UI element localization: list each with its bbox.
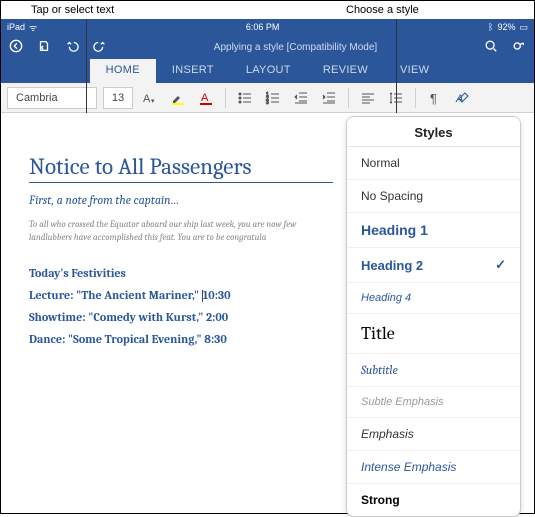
doc-heading-1[interactable]: Notice to All Passengers xyxy=(29,153,333,183)
highlight-button[interactable] xyxy=(167,87,189,109)
svg-text:A: A xyxy=(201,92,209,104)
style-option-no-spacing[interactable]: No Spacing xyxy=(347,180,520,213)
style-option-label: Subtitle xyxy=(361,363,398,377)
font-formatting-button[interactable]: A▾ xyxy=(139,87,161,109)
battery-percent: 92% xyxy=(497,22,515,32)
styles-button[interactable]: A xyxy=(452,87,474,109)
svg-text:3: 3 xyxy=(266,100,269,106)
carrier-label: iPad xyxy=(7,22,25,32)
doc-body-text[interactable]: To all who crossed the Equator aboard ou… xyxy=(29,219,333,244)
tab-home[interactable]: HOME xyxy=(90,59,156,83)
tab-view[interactable]: VIEW xyxy=(384,59,445,83)
tab-insert[interactable]: INSERT xyxy=(156,59,230,83)
style-option-label: Title xyxy=(361,323,395,344)
wifi-icon: ᯤ xyxy=(29,21,37,34)
decrease-indent-button[interactable] xyxy=(290,87,312,109)
ribbon: Cambria 13 A▾ A 123 ¶ A xyxy=(1,83,534,113)
battery-icon: ▭ xyxy=(519,22,528,33)
status-bar: iPad ᯤ 6:06 PM ᛒ 92% ▭ xyxy=(1,19,534,35)
style-option-label: Intense Emphasis xyxy=(361,460,456,474)
bluetooth-icon: ᛒ xyxy=(488,22,493,32)
increase-indent-button[interactable] xyxy=(318,87,340,109)
clock: 6:06 PM xyxy=(246,22,280,32)
font-family-selector[interactable]: Cambria xyxy=(7,87,97,109)
search-button[interactable] xyxy=(484,39,498,56)
style-option-heading-4[interactable]: Heading 4 xyxy=(347,283,520,314)
doc-subtitle[interactable]: First, a note from the captain… xyxy=(29,193,333,207)
share-button[interactable] xyxy=(512,39,526,56)
font-color-button[interactable]: A xyxy=(195,87,217,109)
svg-text:¶: ¶ xyxy=(430,91,437,106)
callout-choose-style: Choose a style xyxy=(346,4,419,16)
style-option-label: Emphasis xyxy=(361,427,414,441)
file-actions-button[interactable] xyxy=(37,39,51,56)
style-option-label: Heading 2 xyxy=(361,258,423,273)
check-icon: ✓ xyxy=(495,257,506,273)
style-option-heading-1[interactable]: Heading 1 xyxy=(347,213,520,248)
style-option-label: Normal xyxy=(361,156,400,170)
style-option-label: Heading 1 xyxy=(361,222,428,238)
styles-popover: Styles Normal No Spacing Heading 1 Heading … xyxy=(346,116,521,517)
back-button[interactable] xyxy=(9,39,23,56)
redo-button[interactable] xyxy=(93,39,107,56)
style-option-label: Subtle Emphasis xyxy=(361,396,444,408)
svg-text:A: A xyxy=(143,93,151,105)
styles-popover-title: Styles xyxy=(347,117,520,147)
style-option-subtitle[interactable]: Subtitle xyxy=(347,354,520,387)
style-option-subtle-emphasis[interactable]: Subtle Emphasis xyxy=(347,387,520,418)
svg-text:▾: ▾ xyxy=(151,98,155,105)
doc-heading-2[interactable]: Today's Festivities xyxy=(29,266,333,280)
style-option-title[interactable]: Title xyxy=(347,314,520,354)
style-option-label: Strong xyxy=(361,493,400,507)
title-bar: Applying a style [Compatibility Mode] xyxy=(1,35,534,59)
doc-event-3[interactable]: Dance: "Some Tropical Evening," 8:30 xyxy=(29,332,333,346)
paragraph-marks-button[interactable]: ¶ xyxy=(424,87,446,109)
font-size-selector[interactable]: 13 xyxy=(103,87,133,109)
ribbon-tabs: HOME INSERT LAYOUT REVIEW VIEW xyxy=(1,59,534,83)
numbering-button[interactable]: 123 xyxy=(262,87,284,109)
tab-review[interactable]: REVIEW xyxy=(307,59,384,83)
style-option-strong[interactable]: Strong xyxy=(347,484,520,516)
style-option-intense-emphasis[interactable]: Intense Emphasis xyxy=(347,451,520,484)
callout-tap-text: Tap or select text xyxy=(31,4,114,16)
document-title: Applying a style [Compatibility Mode] xyxy=(107,42,484,53)
style-option-label: Heading 4 xyxy=(361,292,411,304)
style-option-heading-2[interactable]: Heading 2 ✓ xyxy=(347,248,520,283)
style-option-emphasis[interactable]: Emphasis xyxy=(347,418,520,451)
style-option-label: No Spacing xyxy=(361,189,423,203)
tab-layout[interactable]: LAYOUT xyxy=(230,59,307,83)
bullets-button[interactable] xyxy=(234,87,256,109)
doc-event-2[interactable]: Showtime: "Comedy with Kurst," 2:00 xyxy=(29,310,333,324)
style-option-normal[interactable]: Normal xyxy=(347,147,520,180)
doc-event-1[interactable]: Lecture: "The Ancient Mariner," 10:30 xyxy=(29,288,333,302)
align-button[interactable] xyxy=(357,87,379,109)
undo-button[interactable] xyxy=(65,39,79,56)
